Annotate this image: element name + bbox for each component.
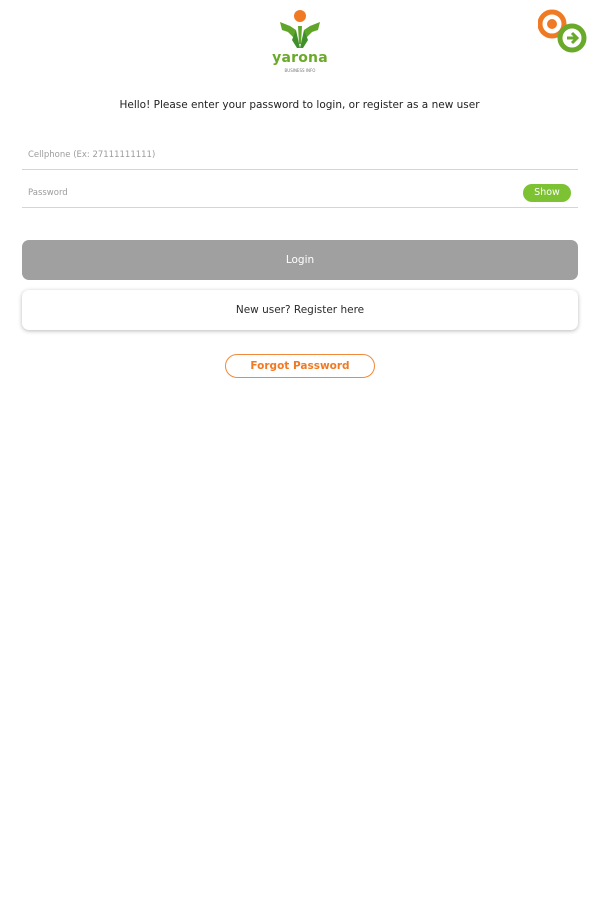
- show-password-button[interactable]: Show: [523, 184, 571, 202]
- login-instructions: Hello! Please enter your password to log…: [119, 99, 480, 111]
- corner-badge: [537, 8, 588, 54]
- password-field-container: Show: [22, 177, 578, 208]
- forgot-password-button[interactable]: Forgot Password: [225, 354, 375, 378]
- app-logo: yarona BUSINESS INFO: [268, 8, 332, 74]
- ctc-connect-badge-icon: [537, 9, 587, 53]
- login-button[interactable]: Login: [22, 240, 578, 280]
- register-button[interactable]: New user? Register here: [22, 290, 578, 330]
- cellphone-field-container: [22, 139, 578, 170]
- logo-wordmark: yarona: [272, 50, 328, 66]
- logo-tagline: BUSINESS INFO: [284, 68, 316, 73]
- yarona-person-logo-icon: [280, 10, 320, 48]
- cellphone-input[interactable]: [28, 145, 508, 165]
- password-input[interactable]: [28, 183, 508, 203]
